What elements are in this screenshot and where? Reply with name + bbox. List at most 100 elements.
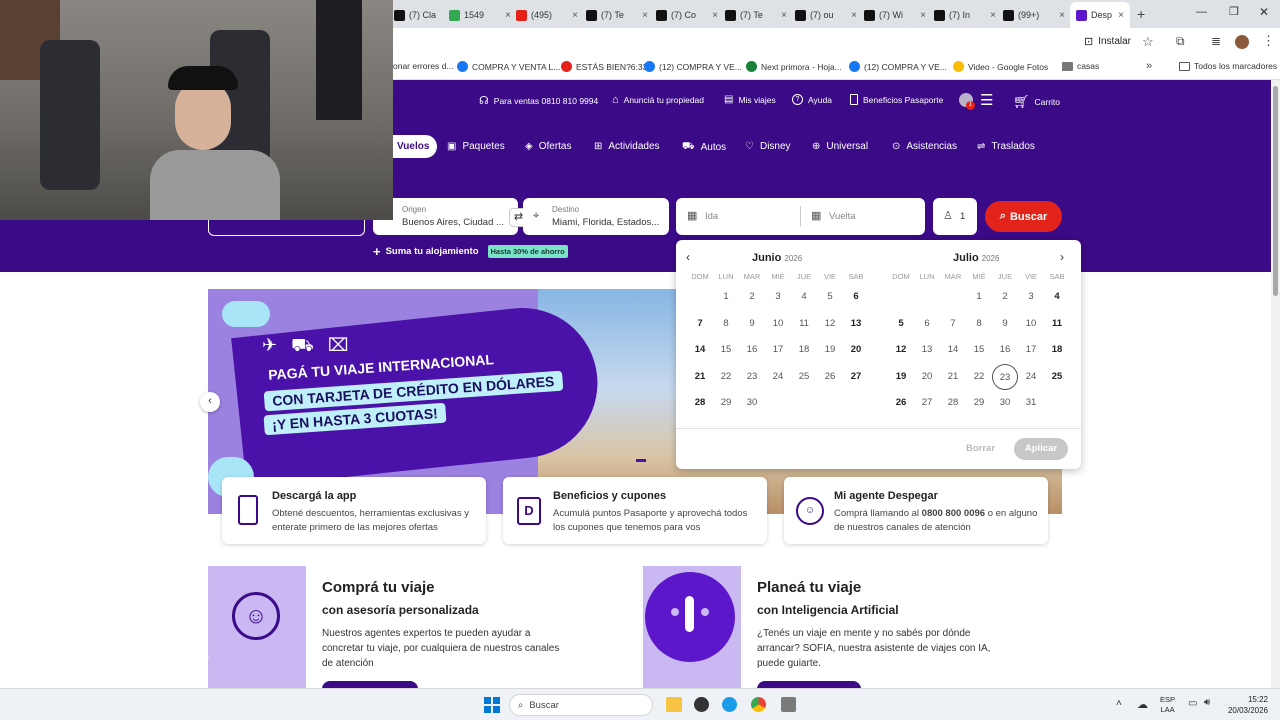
passengers-field[interactable]: ♙ 1 [933,198,977,235]
depart-date-input[interactable]: Ida [705,211,718,222]
calendar-day[interactable]: 16 [739,340,765,360]
apply-dates-button[interactable]: Aplicar [1014,438,1068,460]
calendar-day[interactable]: 11 [1044,314,1070,334]
calendar-day[interactable]: 17 [1018,340,1044,360]
profile-avatar-icon[interactable] [1235,35,1249,49]
calendar-day[interactable]: 20 [914,367,940,387]
calendar-day[interactable]: 26 [817,367,843,387]
onedrive-icon[interactable]: ☁ [1137,698,1148,711]
bookmark-star-icon[interactable]: ☆ [1142,34,1154,50]
browser-menu-icon[interactable]: ⋮ [1262,33,1275,49]
bookmark-item[interactable]: (12) COMPRA Y VE... [644,61,742,72]
bookmark-item[interactable]: Video - Google Fotos [953,61,1048,72]
calendar-day[interactable]: 19 [817,340,843,360]
browser-tab[interactable]: (7) In × [934,4,996,26]
taskbar-clock[interactable]: 15:22 20/03/2026 [1226,694,1268,716]
category-tab-actividades[interactable]: ⊞ Actividades [594,141,660,152]
calendar-day[interactable]: 22 [966,367,992,387]
calendar-day[interactable]: 30 [739,393,765,413]
bookmark-item[interactable]: (12) COMPRA Y VE... [849,61,947,72]
category-tab-autos[interactable]: ⛟ Autos [682,141,726,154]
calendar-day[interactable]: 19 [888,367,914,387]
new-tab-icon[interactable]: + [1137,6,1145,22]
calendar-day[interactable]: 5 [817,287,843,307]
calendar-day[interactable]: 6 [914,314,940,334]
calendar-day[interactable]: 8 [713,314,739,334]
calendar-day[interactable]: 9 [992,314,1018,334]
calendar-day[interactable]: 2 [992,287,1018,307]
info-card-benefits[interactable]: D Beneficios y cupones Acumulá puntos Pa… [503,477,767,544]
calendar-day[interactable]: 12 [888,340,914,360]
hamburger-menu-icon[interactable]: ☰ [980,91,993,109]
calendar-day[interactable]: 4 [791,287,817,307]
calendar-day[interactable]: 5 [888,314,914,334]
bookmarks-overflow-button[interactable]: » [1146,60,1152,72]
close-tab-icon[interactable]: × [572,10,578,21]
close-tab-icon[interactable]: × [920,10,926,21]
close-tab-icon[interactable]: × [851,10,857,21]
calendar-day[interactable]: 13 [843,314,869,334]
calendar-day[interactable]: 7 [687,314,713,334]
calendar-day[interactable]: 23 [739,367,765,387]
calendar-day[interactable]: 14 [940,340,966,360]
calendar-day[interactable]: 7 [940,314,966,334]
calendar-day[interactable]: 28 [940,393,966,413]
calendar-day[interactable]: 28 [687,393,713,413]
category-tab-paquetes[interactable]: ▣ Paquetes [447,141,505,152]
calendar-day[interactable]: 18 [791,340,817,360]
browser-tab[interactable]: 1549 × [449,4,511,26]
language-indicator[interactable]: ESP LAA [1160,695,1175,715]
calendar-day[interactable]: 3 [1018,287,1044,307]
browser-tab[interactable]: Desp × [1070,2,1130,28]
tool-icon[interactable] [781,697,796,712]
install-button[interactable]: ⊡ Instalar [1084,35,1131,48]
media-control-icon[interactable]: ≣ [1211,34,1221,48]
calendar-day[interactable]: 14 [687,340,713,360]
category-tab-universal[interactable]: ⊕ Universal [812,141,868,152]
browser-tab[interactable]: (7) Wi × [864,4,926,26]
edge-icon[interactable] [722,697,737,712]
calendar-day[interactable]: 27 [843,367,869,387]
my-trips-link[interactable]: ▤ Mis viajes [724,94,776,105]
calendar-day[interactable]: 30 [992,393,1018,413]
close-tab-icon[interactable]: × [1118,10,1124,21]
close-tab-icon[interactable]: × [505,10,511,21]
close-window-icon[interactable]: ✕ [1259,5,1269,19]
origin-field[interactable]: Origen Buenos Aires, Ciudad ... [373,198,518,235]
category-tab-traslados[interactable]: ⇌ Traslados [977,141,1035,152]
calendar-day[interactable]: 22 [713,367,739,387]
calendar-day[interactable]: 24 [1018,367,1044,387]
return-date-input[interactable]: Vuelta [829,211,856,222]
category-tab-vuelos[interactable]: Vuelos [389,135,438,158]
destination-field[interactable]: ⌖ Destino Miami, Florida, Estados... [523,198,669,235]
calendar-day[interactable]: 10 [1018,314,1044,334]
calendar-day[interactable]: 24 [765,367,791,387]
calendar-day[interactable]: 29 [966,393,992,413]
calendar-day[interactable]: 11 [791,314,817,334]
bookmark-item[interactable]: casas [1062,61,1099,71]
calendar-day[interactable]: 2 [739,287,765,307]
calendar-day[interactable]: 25 [1044,367,1070,387]
prev-month-icon[interactable]: ‹ [686,250,690,264]
calendar-day[interactable]: 31 [1018,393,1044,413]
search-button[interactable]: ⌕ Buscar [985,201,1062,232]
add-lodging-toggle[interactable]: + Suma tu alojamiento Hasta 30% de ahorr… [373,244,568,259]
sales-phone-link[interactable]: ☊ Para ventas 0810 810 9994 [479,94,598,107]
browser-tab[interactable]: (7) Co × [656,4,718,26]
calendar-day[interactable]: 23 [992,363,1018,390]
browser-tab[interactable]: (7) Te × [586,4,648,26]
minimize-icon[interactable]: — [1196,6,1207,18]
calendar-day[interactable]: 29 [713,393,739,413]
calendar-day[interactable]: 1 [966,287,992,307]
calendar-day[interactable]: 9 [739,314,765,334]
calendar-day[interactable]: 21 [940,367,966,387]
close-tab-icon[interactable]: × [990,10,996,21]
calendar-day[interactable]: 25 [791,367,817,387]
bookmark-item[interactable]: Next primora - Hoja... [746,61,842,72]
info-card-app[interactable]: Descargá la app Obtené descuentos, herra… [222,477,486,544]
calendar-day[interactable]: 13 [914,340,940,360]
calendar-day[interactable]: 17 [765,340,791,360]
bookmark-item[interactable]: ESTÁS BIEN?6:33 [561,61,647,72]
cart-link[interactable]: 🛒︎ Carrito [1013,94,1060,110]
close-tab-icon[interactable]: × [1059,10,1065,21]
